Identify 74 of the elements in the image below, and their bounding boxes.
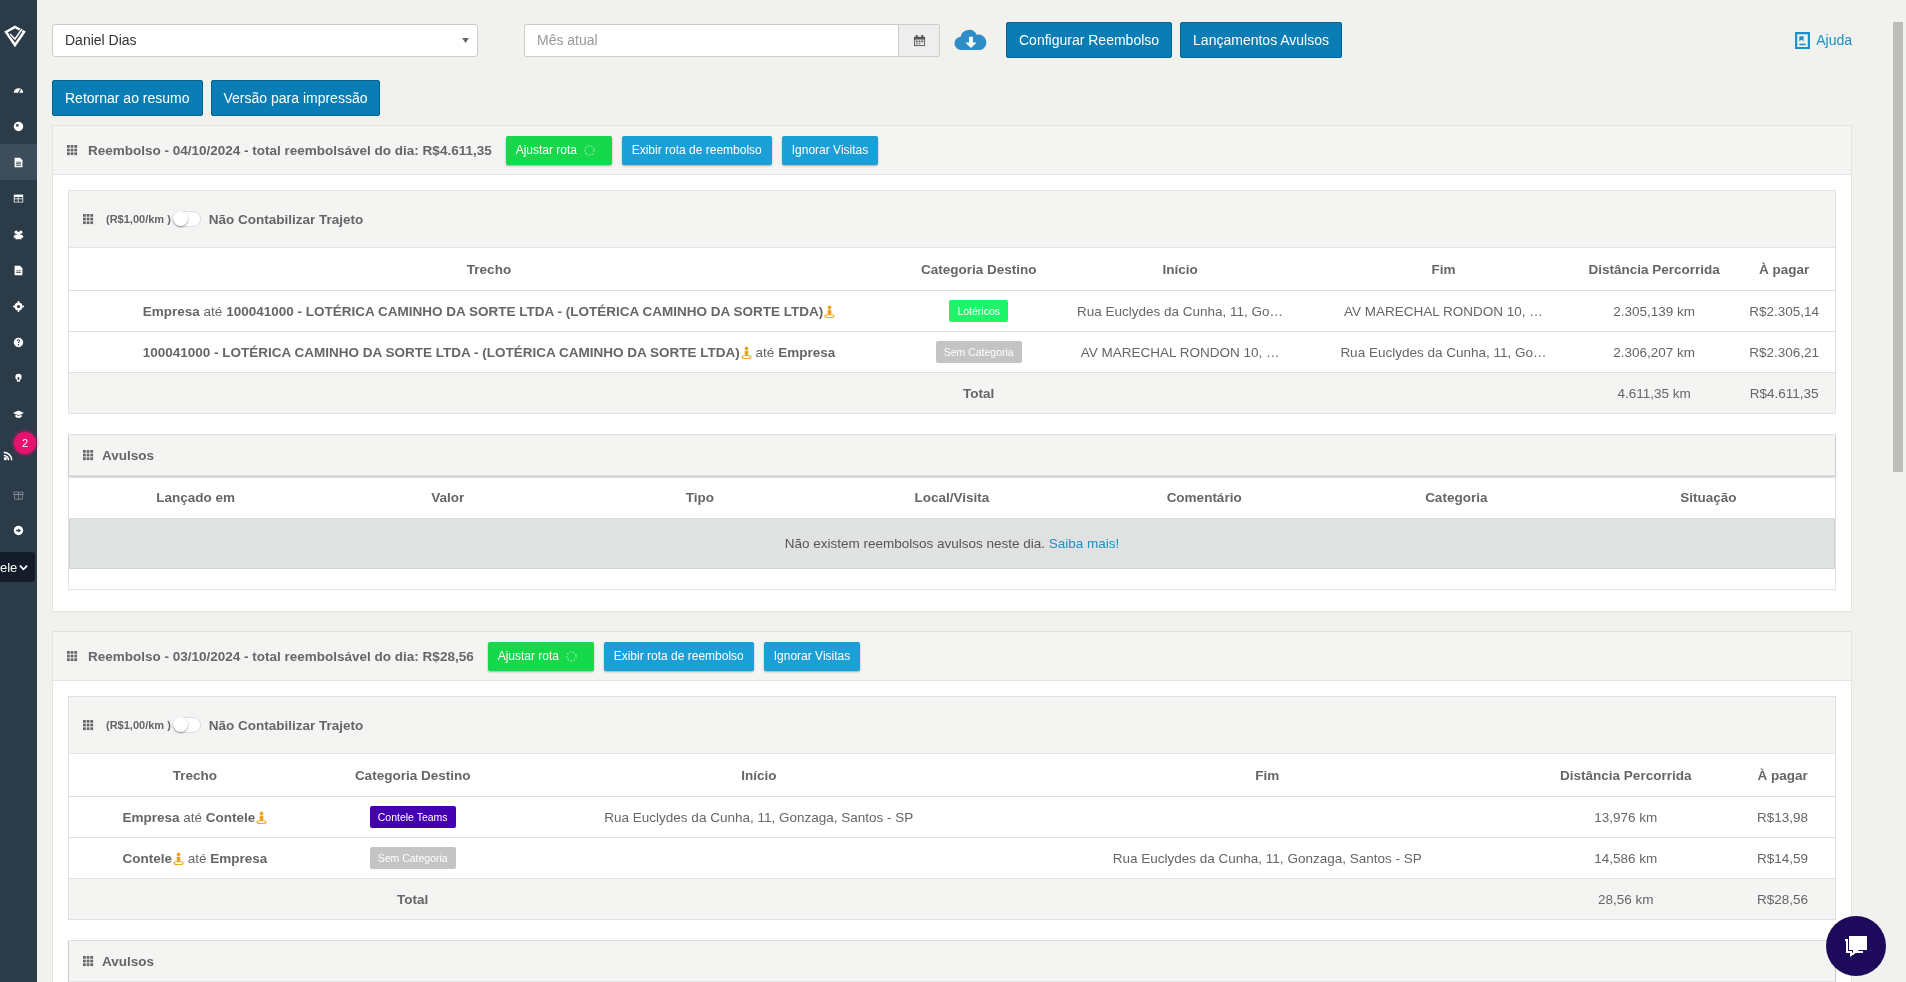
panel-title: Avulsos [102,953,155,969]
toolbar-button[interactable]: Configurar Reembolso [1006,22,1173,58]
table-cell: 4.611,35 km [1575,372,1734,413]
adjust-route-button[interactable]: Ajustar rota [487,641,594,671]
table-cell: 2.306,207 km [1575,331,1734,373]
show-route-button[interactable]: Exibir rota de reembolso [603,641,754,671]
column-header: Tipo [573,476,826,519]
column-header: Valor [321,476,574,519]
column-header: Categoria [1330,476,1583,519]
language-select[interactable]: ele [0,552,35,582]
action-button[interactable]: Versão para impressão [210,80,381,116]
table-cell: Rua Euclydes da Cunha, 11, Gonzaga, Santos - SP [1112,850,1422,866]
column-header: Início [1048,248,1312,291]
category-tag: Sem Categoria [369,847,456,869]
column-header: Trecho [69,248,909,291]
learn-more-link[interactable]: Saiba mais! [1048,536,1120,551]
column-header: Comentário [1078,476,1331,519]
rate-label: (R$1,00/km ) [106,213,171,225]
table-cell: 2.305,139 km [1575,290,1734,332]
table-cell: 100041000 - LOTÉRICA CAMINHO DA SORTE LTDA - (LOTÉRICA CAMINHO DA SORTE LTDA) até Empresa [69,331,909,373]
column-header: Trecho [69,754,321,797]
table-cell: AV MARECHAL RONDON 10, … [1344,303,1543,319]
panel-title: Avulsos [102,447,155,463]
column-header: À pagar [1733,248,1835,291]
table-cell: R$13,98 [1730,796,1835,838]
help-link[interactable]: Ajuda [1795,31,1852,49]
column-header: Categoria Destino [909,248,1049,291]
column-header: Distância Percorrida [1575,248,1734,291]
sidebar-item[interactable]: 2 [0,432,37,468]
column-header: Fim [1013,754,1522,797]
table-cell: Empresa até Contele [69,796,321,838]
category-tag: Lotéricos [949,300,1008,322]
table-cell: R$14,59 [1730,837,1835,879]
table-cell: R$28,56 [1730,878,1835,919]
table-cell: Contele até Empresa [69,837,321,879]
column-header: Categoria Destino [320,754,505,797]
toggle-label: Não Contabilizar Trajeto [208,717,364,733]
action-button[interactable]: Retornar ao resumo [52,80,203,116]
category-tag: Contele Teams [369,806,456,828]
day-title: Reembolso - 03/10/2024 - total reembolsável do dia: R$28,56 [88,648,474,664]
column-header: Fim [1311,248,1576,291]
table-cell: AV MARECHAL RONDON 10, … [1080,344,1280,360]
column-header: Local/Visita [825,476,1079,519]
toggle-label: Não Contabilizar Trajeto [208,211,364,227]
column-header: Lançado em [69,476,322,519]
ignore-visits-button[interactable]: Ignorar Visitas [763,641,861,671]
user-select[interactable]: Daniel Dias [52,23,478,57]
table-cell: Empresa até 100041000 - LOTÉRICA CAMINHO DA SORTE LTDA - (LOTÉRICA CAMINHO DA SORTE LTDA) [69,290,909,332]
adjust-route-button[interactable]: Ajustar rota [505,135,612,165]
column-header: Distância Percorrida [1521,754,1731,797]
rate-label: (R$1,00/km ) [106,719,171,731]
column-header: À pagar [1730,754,1835,797]
table-cell: Rua Euclydes da Cunha, 11, Go… [1077,303,1284,319]
table-cell: 28,56 km [1521,878,1731,919]
month-input[interactable]: Mês atual [525,24,898,56]
column-header: Início [504,754,1014,797]
table-cell: R$4.611,35 [1733,372,1835,413]
month-field[interactable]: Mês atual [524,23,940,57]
notification-badge: 2 [14,432,36,454]
table-cell: 14,586 km [1521,837,1731,879]
total-label: Total [909,372,1049,413]
toolbar-button[interactable]: Lançamentos Avulsos [1180,22,1343,58]
empty-message: Não existem reembolsos avulsos neste dia. Saiba mais! [784,536,1120,551]
column-header: Situação [1582,476,1835,519]
table-cell: Rua Euclydes da Cunha, 11, Gonzaga, Santos - SP [604,809,914,825]
ignore-visits-button[interactable]: Ignorar Visitas [781,135,879,165]
show-route-button[interactable]: Exibir rota de reembolso [621,135,772,165]
category-tag: Sem Categoria [935,341,1022,363]
table-cell: Rua Euclydes da Cunha, 11, Go… [1340,344,1547,360]
table-cell: R$2.306,21 [1733,331,1835,373]
table-cell: R$2.305,14 [1733,290,1835,332]
day-title: Reembolso - 04/10/2024 - total reembolsável do dia: R$4.611,35 [88,142,492,158]
total-label: Total [320,878,505,919]
table-cell: 13,976 km [1521,796,1731,838]
